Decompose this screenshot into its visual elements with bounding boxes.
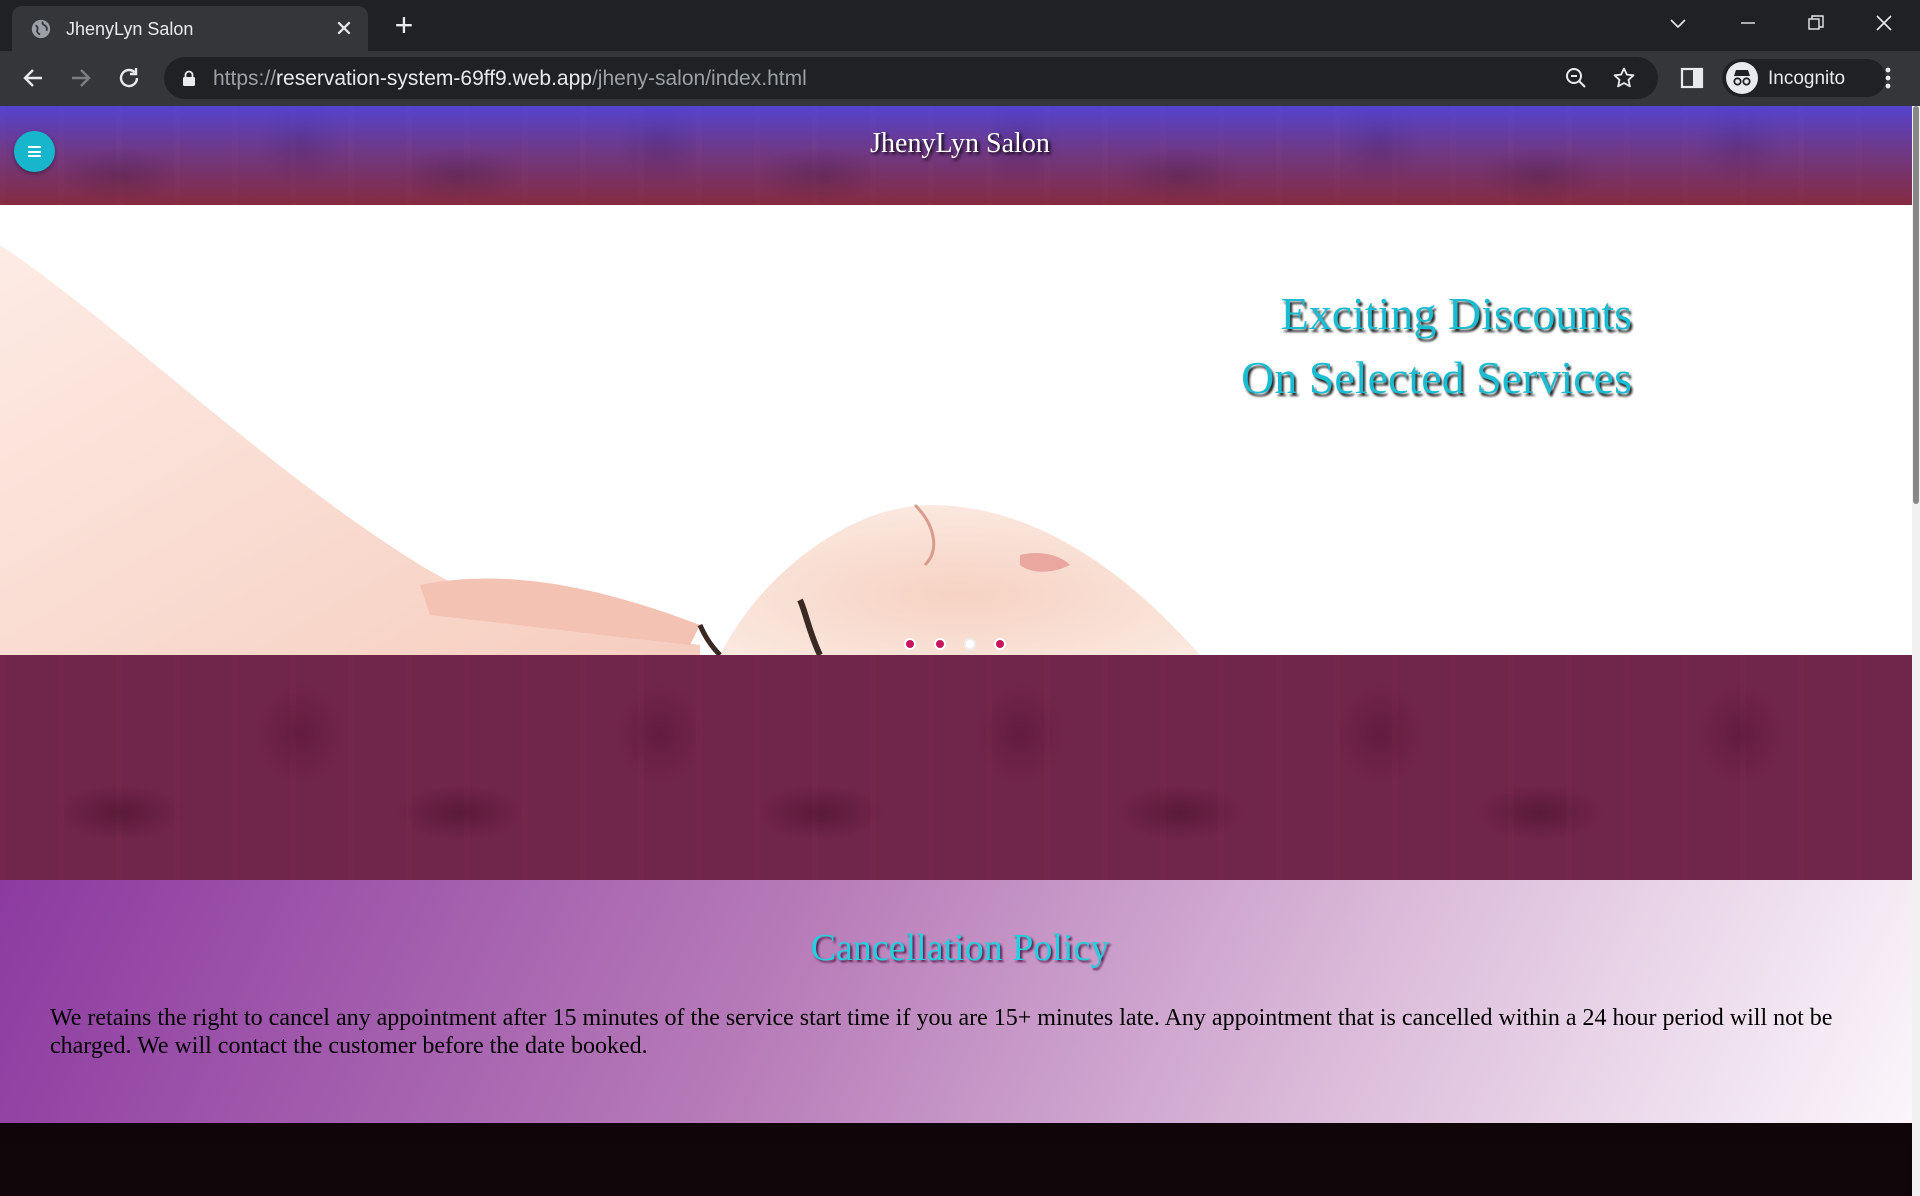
browser-toolbar: https://reservation-system-69ff9.web.app… bbox=[0, 51, 1920, 106]
tab-close-icon[interactable]: ✕ bbox=[332, 17, 356, 41]
tab-search-chevron-icon[interactable] bbox=[1656, 8, 1700, 38]
hero-headline-line-2: On Selected Services bbox=[1241, 352, 1632, 403]
close-window-icon[interactable] bbox=[1862, 8, 1906, 38]
page-viewport: JhenyLyn Salon Exciting Discounts On Sel… bbox=[0, 106, 1920, 1196]
browser-menu-icon[interactable] bbox=[1876, 63, 1900, 93]
footer-section bbox=[0, 1123, 1912, 1196]
carousel-dot-1[interactable] bbox=[904, 638, 916, 650]
bookmark-star-icon[interactable] bbox=[1612, 66, 1636, 90]
globe-icon bbox=[31, 19, 51, 39]
address-bar[interactable]: https://reservation-system-69ff9.web.app… bbox=[164, 57, 1658, 99]
policy-text: We retains the right to cancel any appoi… bbox=[50, 1005, 1833, 1059]
carousel-dot-4[interactable] bbox=[994, 638, 1006, 650]
browser-tab-strip: JhenyLyn Salon ✕ + bbox=[0, 0, 1920, 51]
url-text[interactable]: https://reservation-system-69ff9.web.app… bbox=[213, 67, 807, 91]
restore-icon[interactable] bbox=[1794, 8, 1838, 38]
incognito-label: Incognito bbox=[1768, 68, 1846, 89]
incognito-profile-button[interactable]: Incognito bbox=[1722, 59, 1886, 97]
hero-headline-line-1: Exciting Discounts bbox=[1280, 288, 1632, 339]
lock-icon[interactable] bbox=[182, 70, 196, 86]
reload-icon[interactable] bbox=[114, 63, 144, 93]
forward-icon[interactable] bbox=[66, 63, 96, 93]
browser-tab[interactable]: JhenyLyn Salon ✕ bbox=[12, 6, 368, 51]
side-panel-icon[interactable] bbox=[1678, 64, 1706, 92]
tab-title: JhenyLyn Salon bbox=[66, 19, 194, 39]
site-header: JhenyLyn Salon bbox=[0, 106, 1912, 205]
policy-title: Cancellation Policy bbox=[810, 927, 1110, 969]
hero-carousel: Exciting Discounts On Selected Services bbox=[0, 205, 1912, 655]
page-scrollbar[interactable] bbox=[1912, 106, 1920, 1196]
salon-interior-banner bbox=[0, 655, 1912, 880]
scrollbar-thumb[interactable] bbox=[1913, 106, 1919, 504]
back-icon[interactable] bbox=[18, 63, 48, 93]
new-tab-icon[interactable]: + bbox=[390, 9, 418, 41]
site-title: JhenyLyn Salon bbox=[870, 128, 1050, 159]
minimize-icon[interactable] bbox=[1726, 8, 1770, 38]
zoom-icon[interactable] bbox=[1564, 66, 1588, 90]
hero-spa-face-image bbox=[0, 245, 1200, 655]
cancellation-policy-section: Cancellation Policy We retains the right… bbox=[0, 880, 1912, 1123]
incognito-icon bbox=[1726, 62, 1758, 94]
carousel-dot-3-active[interactable] bbox=[964, 638, 976, 650]
carousel-dot-2[interactable] bbox=[934, 638, 946, 650]
